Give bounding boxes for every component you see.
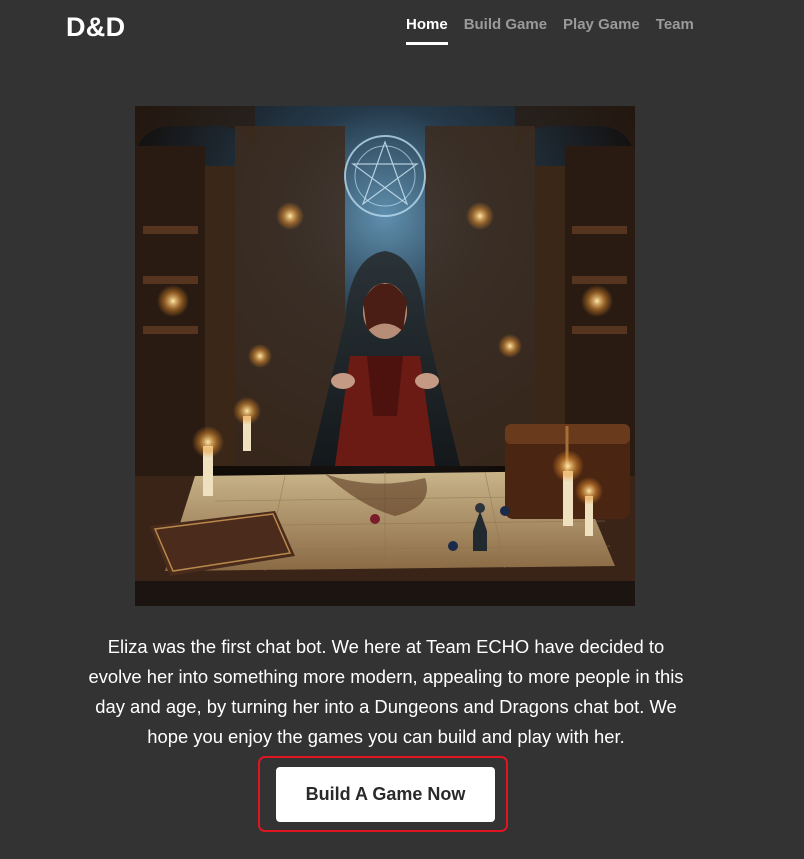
build-game-now-button[interactable]: Build A Game Now <box>276 767 495 822</box>
nav-home[interactable]: Home <box>406 14 448 45</box>
nav-play-game[interactable]: Play Game <box>563 14 640 45</box>
nav-build-game[interactable]: Build Game <box>464 14 547 45</box>
nav-team[interactable]: Team <box>656 14 694 45</box>
hero-image <box>135 106 635 606</box>
main-nav: Home Build Game Play Game Team <box>406 14 694 45</box>
intro-paragraph: Eliza was the first chat bot. We here at… <box>88 636 684 747</box>
site-logo[interactable]: D&D <box>66 10 125 44</box>
dungeon-master-illustration <box>135 106 635 606</box>
